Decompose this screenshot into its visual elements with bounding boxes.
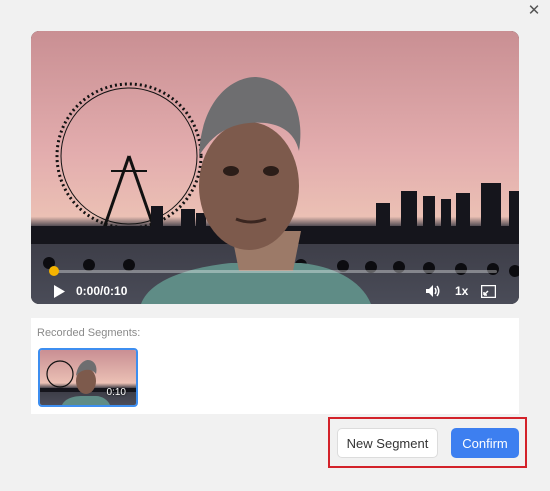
close-icon[interactable]: ✕ xyxy=(526,2,542,19)
segment-thumbnail[interactable]: 0:10 xyxy=(38,348,138,407)
volume-icon[interactable] xyxy=(425,282,443,300)
progress-knob[interactable] xyxy=(49,266,59,276)
fullscreen-icon[interactable] xyxy=(481,282,499,300)
video-player[interactable]: 0:00/0:10 1x xyxy=(31,31,519,304)
segments-title: Recorded Segments: xyxy=(37,327,141,339)
video-frame xyxy=(31,31,519,304)
progress-track[interactable] xyxy=(53,270,497,273)
new-segment-button[interactable]: New Segment xyxy=(337,428,438,458)
play-icon[interactable] xyxy=(53,282,67,300)
time-display: 0:00/0:10 xyxy=(76,284,128,298)
recorded-segments-panel: Recorded Segments: 0:10 xyxy=(31,318,519,414)
confirm-button[interactable]: Confirm xyxy=(451,428,519,458)
playback-speed[interactable]: 1x xyxy=(455,282,468,300)
segment-duration: 0:10 xyxy=(106,387,126,398)
